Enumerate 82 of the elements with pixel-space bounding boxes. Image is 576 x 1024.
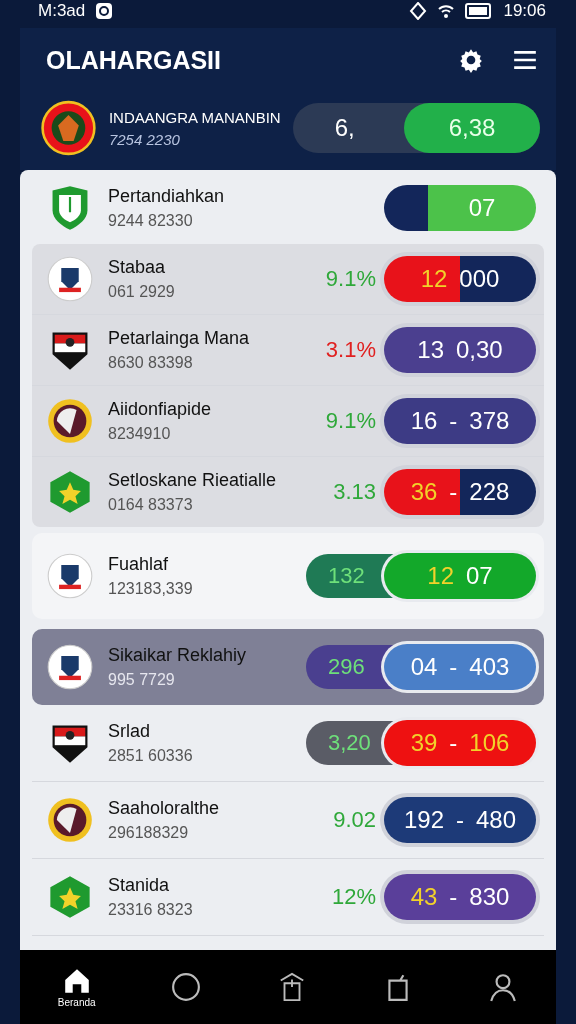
home-score: 39 xyxy=(410,729,438,757)
user-icon xyxy=(488,972,519,1002)
team-name: Stanida xyxy=(108,875,171,896)
club-crest-icon xyxy=(40,99,97,157)
team-name: Saaholoralthe xyxy=(108,798,220,819)
match-code: 9244 82330 xyxy=(108,212,194,230)
score-separator: - xyxy=(449,653,458,681)
wifi-icon xyxy=(437,2,456,20)
match-code: 8234910 xyxy=(108,425,172,443)
match-row[interactable]: Setloskane Rieatialle 0164 83373 3.13 36 - 228 xyxy=(32,457,544,527)
nav-tab[interactable]: Beranda xyxy=(57,966,96,1008)
match-code: 296188329 xyxy=(108,824,190,842)
match-code: 2851 60336 xyxy=(108,747,193,765)
team-name: Petarlainga Mana xyxy=(108,328,250,349)
match-row[interactable]: Stanida 23316 8323 12% 43 - 830 xyxy=(32,859,544,936)
team-name: Sikaikar Reklahiy xyxy=(108,645,247,666)
match-code: 123183,339 xyxy=(108,580,193,598)
team-name: Pertandiahkan xyxy=(108,186,225,207)
match-row[interactable]: Stabaa 061 2929 9.1% 12 000 xyxy=(32,244,544,315)
app-title: OLAHARGASII xyxy=(46,45,221,75)
match-row[interactable]: Srlad 2851 60336 3,20 39 - 106 xyxy=(32,705,544,782)
settings-icon[interactable] xyxy=(458,47,484,73)
match-row[interactable]: Fuahlaf 123183,339 132 12 07 xyxy=(32,541,544,611)
stat-value: 9.1% xyxy=(325,266,376,292)
away-score: 000 xyxy=(459,265,500,293)
stat-value: 3.1% xyxy=(325,337,376,363)
away-score: 403 xyxy=(469,653,510,681)
stat-value: 9.02 xyxy=(333,807,376,833)
match-code: 23316 8323 xyxy=(108,901,193,919)
featured-right-score: 6,38 xyxy=(404,103,540,153)
match-row[interactable]: Petarlainga Mana 8630 83398 3.1% 13 0,30 xyxy=(32,315,544,386)
team-name: Setloskane Rieatialle xyxy=(108,470,277,491)
away-score: 0,30 xyxy=(456,336,503,364)
round-badge-icon xyxy=(46,643,94,691)
away-score: 106 xyxy=(469,729,510,757)
home-score: 36 xyxy=(410,478,438,506)
match-row[interactable]: Saaholoralthe 296188329 9.02 192 - 480 xyxy=(32,782,544,859)
match-code: 0164 83373 xyxy=(108,496,194,514)
match-code: 995 7729 xyxy=(108,671,176,689)
score-separator: - xyxy=(456,806,464,834)
featured-left-score: 6, xyxy=(333,114,356,142)
battery-icon xyxy=(465,3,494,19)
round-logo-icon xyxy=(46,796,94,844)
stat-value: 3.13 xyxy=(333,479,376,505)
circle-icon xyxy=(171,972,202,1002)
stat-value: 12% xyxy=(331,884,376,910)
home-score: 192 xyxy=(403,806,444,834)
match-row[interactable]: Aiidonfiapide 8234910 9.1% 16 - 378 xyxy=(32,386,544,457)
home-score: 04 xyxy=(410,653,438,681)
score-separator: - xyxy=(449,729,458,757)
score-separator: - xyxy=(449,478,458,506)
signal-icon xyxy=(409,2,428,20)
away-score: 830 xyxy=(469,883,510,911)
featured-team-name: INDAANGRA MANANBIN xyxy=(108,108,281,126)
away-score: 480 xyxy=(476,806,517,834)
team-name: Aiidonfiapide xyxy=(108,399,212,420)
featured-code: 7254 2230 xyxy=(108,130,181,148)
stat-value: 9.1% xyxy=(325,408,376,434)
away-score: 07 xyxy=(466,562,493,590)
round-badge-icon xyxy=(46,255,94,303)
away-score: 378 xyxy=(469,407,510,435)
home-score: 12 xyxy=(427,562,454,590)
home-score: 13 xyxy=(417,336,444,364)
score-separator: - xyxy=(449,407,458,435)
carrier-label: M:3ad xyxy=(38,1,86,21)
team-name: Fuahlaf xyxy=(108,554,170,575)
team-name: Stabaa xyxy=(108,257,167,278)
home-score: 43 xyxy=(410,883,438,911)
match-code: 8630 83398 xyxy=(108,354,194,372)
away-score: 228 xyxy=(469,478,510,506)
round-logo-icon xyxy=(46,397,94,445)
match-code: 061 2929 xyxy=(108,283,175,301)
selected-match-row[interactable]: Sikaikar Reklahiy 995 7729 296 04 - 403 xyxy=(32,629,544,705)
home-score: 16 xyxy=(410,407,438,435)
nav-tab[interactable] xyxy=(171,972,202,1002)
clock-time: 19:06 xyxy=(503,1,546,21)
score-separator: - xyxy=(449,883,458,911)
match-row[interactable]: Pertandiahkan 9244 82330 07 xyxy=(32,172,544,244)
team-name: Srlad xyxy=(108,721,152,742)
round-badge-icon xyxy=(46,552,94,600)
home-score: 12 xyxy=(420,265,448,293)
nav-tab[interactable] xyxy=(488,972,519,1002)
